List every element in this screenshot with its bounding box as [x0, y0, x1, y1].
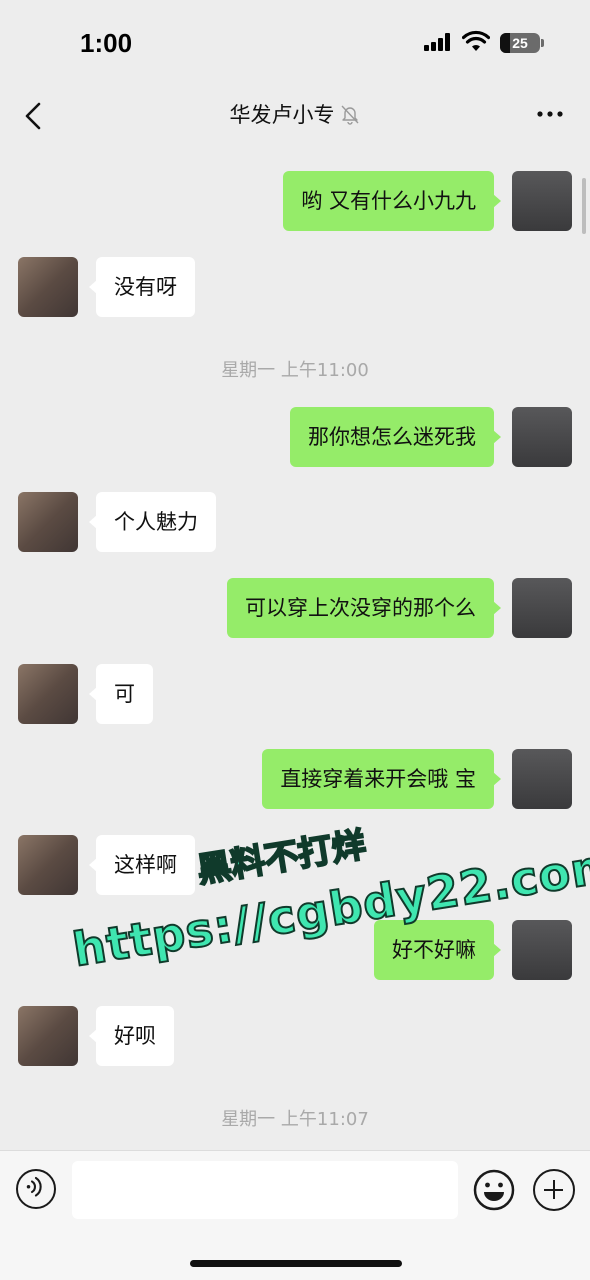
message-row: 好呗	[0, 1006, 590, 1066]
plus-circle-icon[interactable]	[533, 1169, 575, 1211]
wifi-icon	[462, 30, 490, 51]
status-time: 1:00	[80, 28, 133, 58]
avatar[interactable]	[18, 1006, 78, 1066]
avatar[interactable]	[512, 578, 572, 638]
avatar[interactable]	[18, 664, 78, 724]
avatar[interactable]	[512, 920, 572, 980]
message-row: 哟 又有什么小九九	[0, 171, 590, 231]
message-bubble-outgoing[interactable]: 哟 又有什么小九九	[283, 171, 501, 231]
avatar[interactable]	[512, 171, 572, 231]
status-bar: 1:00 25	[0, 0, 590, 84]
message-list[interactable]: 哟 又有什么小九九 没有呀 星期一 上午11:00 那你想怎么迷死我 个人魅力 …	[0, 148, 590, 1150]
message-row: 可以穿上次没穿的那个么	[0, 578, 590, 638]
cellular-signal-icon	[424, 33, 454, 51]
message-row: 可	[0, 664, 590, 724]
avatar[interactable]	[512, 407, 572, 467]
home-indicator[interactable]	[190, 1260, 402, 1267]
chat-header: 华发卢小专	[0, 84, 590, 148]
more-options-button[interactable]	[536, 102, 564, 126]
message-bubble-incoming[interactable]: 好呗	[89, 1006, 174, 1066]
message-bubble-outgoing[interactable]: 好不好嘛	[374, 920, 501, 980]
emoji-icon[interactable]	[473, 1169, 515, 1211]
message-bubble-outgoing[interactable]: 可以穿上次没穿的那个么	[227, 578, 501, 638]
battery-level: 25	[512, 35, 528, 51]
message-bubble-incoming[interactable]: 这样啊	[89, 835, 195, 895]
voice-icon[interactable]	[16, 1169, 56, 1209]
chat-title[interactable]: 华发卢小专	[230, 99, 335, 129]
bell-slash-icon	[340, 105, 359, 125]
avatar[interactable]	[18, 257, 78, 317]
message-bubble-outgoing[interactable]: 直接穿着来开会哦 宝	[262, 749, 501, 809]
battery-icon: 25	[500, 33, 540, 53]
message-bubble-incoming[interactable]: 没有呀	[89, 257, 195, 317]
avatar[interactable]	[18, 492, 78, 552]
message-row: 直接穿着来开会哦 宝	[0, 749, 590, 809]
message-row: 那你想怎么迷死我	[0, 407, 590, 467]
message-row: 个人魅力	[0, 492, 590, 552]
message-bubble-incoming[interactable]: 可	[89, 664, 153, 724]
avatar[interactable]	[512, 749, 572, 809]
message-input[interactable]	[72, 1161, 458, 1219]
scrollbar[interactable]	[582, 178, 586, 234]
timestamp: 星期一 上午11:07	[221, 1109, 369, 1130]
timestamp: 星期一 上午11:00	[221, 360, 369, 381]
message-bubble-incoming[interactable]: 个人魅力	[89, 492, 216, 552]
message-bubble-outgoing[interactable]: 那你想怎么迷死我	[290, 407, 501, 467]
avatar[interactable]	[18, 835, 78, 895]
message-row: 没有呀	[0, 257, 590, 317]
